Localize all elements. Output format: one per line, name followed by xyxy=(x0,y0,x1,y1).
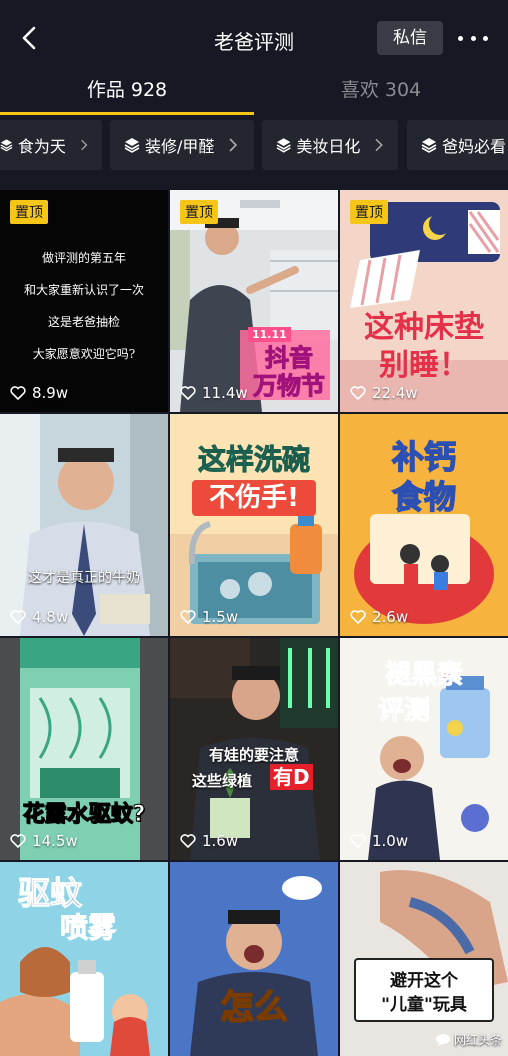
video-tile[interactable]: 这样洗碗 不伤手! 1.5w xyxy=(170,414,338,636)
collection-chip-renovation[interactable]: 装修/甲醛 xyxy=(110,120,254,170)
chevron-right-icon xyxy=(81,139,88,151)
caption-line: 和大家重新认识了一次 xyxy=(23,283,144,297)
heart-icon xyxy=(350,610,366,624)
heart-icon xyxy=(180,386,196,400)
heart-icon xyxy=(350,834,366,848)
heart-icon xyxy=(180,834,196,848)
video-tile[interactable]: 置顶 11.11 抖音 万物节 11.4w xyxy=(170,190,338,412)
like-count: 4.8w xyxy=(10,608,68,626)
like-count: 11.4w xyxy=(180,384,248,402)
video-tile[interactable]: 褪黑素 评测 1.0w xyxy=(340,638,508,860)
video-caption: 抖音 万物节 xyxy=(253,344,326,401)
heart-icon xyxy=(10,610,26,624)
chat-bubble-icon xyxy=(435,1033,450,1046)
chevron-right-icon xyxy=(229,138,238,152)
video-caption: 褪黑素 xyxy=(384,660,463,691)
video-tile[interactable]: 这才是真正的牛奶 4.8w xyxy=(0,414,168,636)
chevron-right-icon xyxy=(375,138,384,152)
more-button[interactable] xyxy=(455,26,491,50)
layers-icon xyxy=(0,139,13,152)
video-caption: 避开这个 xyxy=(390,971,458,991)
heart-icon xyxy=(180,610,196,624)
like-count: 14.5w xyxy=(10,832,78,850)
video-caption: 别睡！ xyxy=(379,348,469,383)
video-tile[interactable]: 置顶 这种床垫 别睡！ 22.4w xyxy=(340,190,508,412)
video-caption: 评测 xyxy=(377,696,430,727)
profile-tabs: 作品 928 喜欢 304 xyxy=(0,76,508,116)
more-dots-icon xyxy=(458,35,463,41)
heart-icon xyxy=(10,834,26,848)
heart-icon xyxy=(350,386,366,400)
video-grid: 置顶 做评测的第五年 和大家重新认识了一次 这是老爸抽检 大家愿意欢迎它吗? 8… xyxy=(0,190,508,1056)
video-caption-highlight: 有D xyxy=(270,764,313,790)
collection-chip-food[interactable]: 食为天 xyxy=(0,120,102,170)
pinned-badge: 置顶 xyxy=(180,200,218,224)
heart-icon xyxy=(10,386,26,400)
watermark: 网红头条 xyxy=(435,1031,502,1048)
video-caption: 这才是真正的牛奶 xyxy=(28,570,140,586)
collection-chip-parents[interactable]: 爸妈必看 xyxy=(407,120,508,170)
video-caption: 不伤手! xyxy=(192,480,316,516)
caption-line: 大家愿意欢迎它吗? xyxy=(32,347,136,361)
event-badge: 11.11 xyxy=(248,327,291,342)
caption-line: 做评测的第五年 xyxy=(41,251,126,265)
video-tile[interactable]: 有娃的要注意 这些绿植 有D 1.6w xyxy=(170,638,338,860)
collection-strip: 食为天 装修/甲醛 美妆日化 爸妈必看 xyxy=(0,120,508,172)
like-count: 2.6w xyxy=(350,608,408,626)
direct-message-button[interactable]: 私信 xyxy=(377,21,443,55)
video-thumbnail xyxy=(0,414,168,636)
like-count: 1.5w xyxy=(180,608,238,626)
collection-label: 食为天 xyxy=(17,137,66,156)
collection-label: 美妆日化 xyxy=(296,137,361,156)
video-tile[interactable]: 置顶 做评测的第五年 和大家重新认识了一次 这是老爸抽检 大家愿意欢迎它吗? 8… xyxy=(0,190,168,412)
video-tile[interactable]: 花露水驱蚊? 14.5w xyxy=(0,638,168,860)
video-tile[interactable]: 驱蚊 喷雾 xyxy=(0,862,168,1056)
layers-icon xyxy=(276,138,291,153)
layers-icon xyxy=(124,138,140,153)
like-count: 22.4w xyxy=(350,384,418,402)
video-tile[interactable]: 怎么 xyxy=(170,862,338,1056)
collection-label: 装修/甲醛 xyxy=(145,137,215,156)
video-caption: "儿童"玩具 xyxy=(381,995,467,1015)
video-tile[interactable]: 补钙 食物 2.6w xyxy=(340,414,508,636)
tab-likes[interactable]: 喜欢 304 xyxy=(254,76,508,112)
like-count: 1.6w xyxy=(180,832,238,850)
video-tile[interactable]: 避开这个 "儿童"玩具 网红头条 xyxy=(340,862,508,1056)
video-caption: 怎么 xyxy=(219,987,289,1029)
video-caption: 喷雾 xyxy=(59,911,117,945)
collection-label: 爸妈必看 xyxy=(442,137,507,156)
video-caption: 这些绿植 xyxy=(192,772,253,790)
top-bar: 老爸评测 私信 xyxy=(0,0,508,76)
video-caption: 有娃的要注意 xyxy=(208,746,299,764)
video-caption: 食物 xyxy=(391,477,457,517)
tab-works[interactable]: 作品 928 xyxy=(0,76,254,112)
like-count: 1.0w xyxy=(350,832,408,850)
collection-chip-beauty[interactable]: 美妆日化 xyxy=(262,120,398,170)
like-count: 8.9w xyxy=(10,384,68,402)
caption-line: 这是老爸抽检 xyxy=(47,315,120,329)
pinned-badge: 置顶 xyxy=(10,200,48,224)
video-caption: 这样洗碗 xyxy=(197,443,310,477)
video-caption: 花露水驱蚊? xyxy=(22,802,146,828)
pinned-badge: 置顶 xyxy=(350,200,388,224)
layers-icon xyxy=(421,138,437,153)
active-tab-indicator xyxy=(0,112,254,115)
